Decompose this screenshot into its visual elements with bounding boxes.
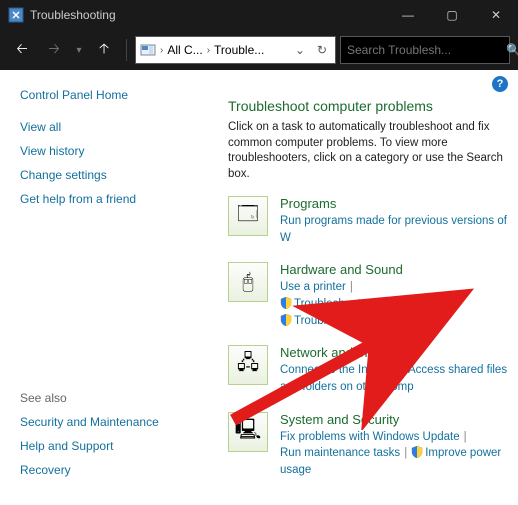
- link-separator: |: [401, 364, 404, 376]
- address-bar[interactable]: › All C... › Trouble... ⌄ ↻: [135, 36, 336, 64]
- nav-separator: [126, 39, 127, 61]
- chevron-icon[interactable]: ›: [160, 45, 163, 56]
- category-icon: 🖰: [228, 262, 268, 302]
- titlebar: Troubleshooting — ▢ ✕: [0, 0, 518, 30]
- page-intro: Click on a task to automatically trouble…: [228, 120, 510, 182]
- search-box[interactable]: 🔍: [340, 36, 510, 64]
- address-dropdown-icon[interactable]: ⌄: [291, 43, 309, 57]
- control-panel-home-link[interactable]: Control Panel Home: [20, 88, 210, 102]
- link-separator: |: [447, 298, 450, 310]
- navbar: 🡠 🡢 ▾ 🡡 › All C... › Trouble... ⌄ ↻ 🔍: [0, 30, 518, 70]
- search-icon[interactable]: 🔍: [506, 43, 518, 57]
- category-sublinks: Connect to the Internet|Access shared fi…: [280, 362, 510, 395]
- category-title[interactable]: Network and Internet: [280, 345, 510, 360]
- category-title[interactable]: System and Security: [280, 412, 510, 427]
- task-link[interactable]: Run maintenance tasks: [280, 447, 400, 459]
- sidebar-link-change-settings[interactable]: Change settings: [20, 168, 210, 182]
- content-area: Control Panel Home View all View history…: [0, 70, 518, 505]
- history-dropdown[interactable]: ▾: [72, 36, 86, 64]
- up-button[interactable]: 🡡: [90, 36, 118, 64]
- address-segment-2[interactable]: Trouble...: [214, 43, 264, 57]
- category-icon: 🗔: [228, 196, 268, 236]
- search-input[interactable]: [347, 43, 502, 57]
- seealso-recovery[interactable]: Recovery: [20, 463, 210, 477]
- shield-icon: [280, 314, 292, 326]
- category-icon: 🖳: [228, 412, 268, 452]
- category-system-and-security: 🖳 System and Security Fix problems with Wi…: [228, 412, 510, 479]
- category-icon: 🖧: [228, 345, 268, 385]
- chevron-icon[interactable]: ›: [207, 45, 210, 56]
- main-panel: ? Troubleshoot computer problems Click o…: [210, 70, 518, 505]
- sidebar-link-get-help[interactable]: Get help from a friend: [20, 192, 210, 206]
- app-icon: [8, 7, 24, 23]
- category-network-and-internet: 🖧 Network and Internet Connect to the Inte…: [228, 345, 510, 395]
- back-button[interactable]: 🡠: [8, 36, 36, 64]
- sidebar-link-view-history[interactable]: View history: [20, 144, 210, 158]
- help-icon[interactable]: ?: [492, 76, 508, 92]
- page-heading: Troubleshoot computer problems: [228, 98, 510, 114]
- shield-icon: [411, 446, 423, 458]
- task-link[interactable]: Troubleshoot audio recording: [294, 298, 443, 310]
- category-sublinks: Fix problems with Windows Update | Run mai…: [280, 429, 510, 479]
- task-link[interactable]: Run programs made for previous versions …: [280, 215, 507, 244]
- seealso-security-maintenance[interactable]: Security and Maintenance: [20, 415, 210, 429]
- sidebar: Control Panel Home View all View history…: [0, 70, 210, 505]
- task-link[interactable]: Troubleshoot audio playback: [294, 315, 441, 327]
- link-separator: |: [404, 447, 407, 459]
- link-separator: |: [464, 431, 467, 443]
- seealso-help-support[interactable]: Help and Support: [20, 439, 210, 453]
- category-title[interactable]: Hardware and Sound: [280, 262, 510, 277]
- category-hardware-and-sound: 🖰 Hardware and Sound Use a printer | Trouble…: [228, 262, 510, 329]
- close-button[interactable]: ✕: [474, 0, 518, 30]
- category-title[interactable]: Programs: [280, 196, 510, 211]
- sidebar-link-view-all[interactable]: View all: [20, 120, 210, 134]
- window-title: Troubleshooting: [30, 8, 386, 22]
- task-link[interactable]: Use a printer: [280, 281, 346, 293]
- control-panel-icon: [140, 42, 156, 58]
- refresh-button[interactable]: ↻: [313, 43, 331, 57]
- task-link[interactable]: Fix problems with Windows Update: [280, 431, 460, 443]
- see-also-header: See also: [20, 391, 210, 405]
- maximize-button[interactable]: ▢: [430, 0, 474, 30]
- shield-icon: [280, 297, 292, 309]
- minimize-button[interactable]: —: [386, 0, 430, 30]
- task-link[interactable]: Connect to the Internet: [280, 364, 397, 376]
- link-separator: |: [350, 281, 353, 293]
- category-programs: 🗔 Programs Run programs made for previous …: [228, 196, 510, 246]
- category-sublinks: Use a printer | Troubleshoot audio recordi…: [280, 279, 510, 329]
- category-sublinks: Run programs made for previous versions …: [280, 213, 510, 246]
- address-segment-1[interactable]: All C...: [167, 43, 202, 57]
- forward-button[interactable]: 🡢: [40, 36, 68, 64]
